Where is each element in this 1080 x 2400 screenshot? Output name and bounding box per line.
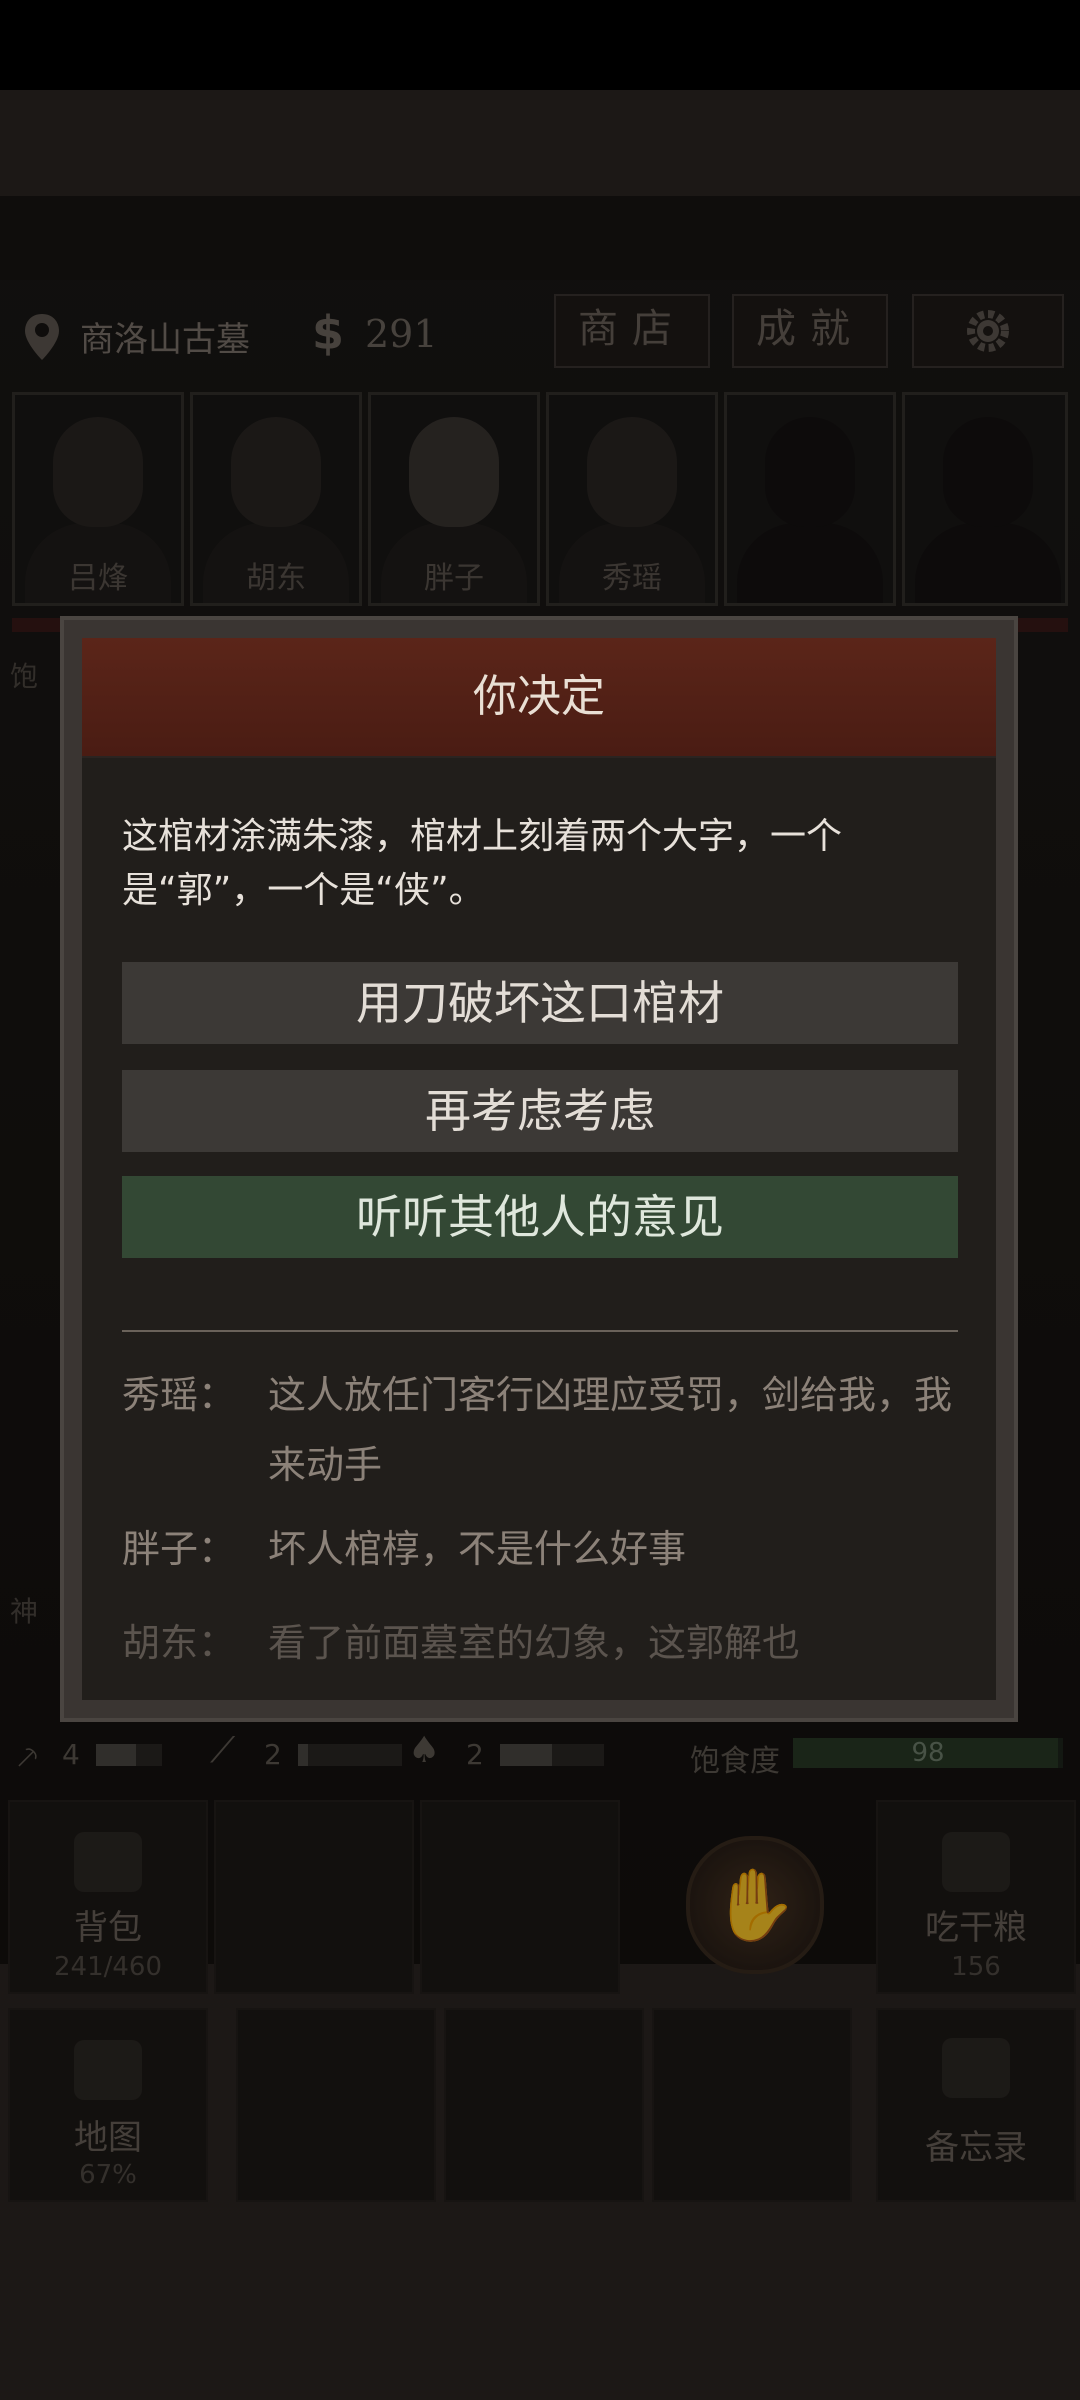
comment-speaker: 胖子：	[122, 1527, 237, 1571]
choice-ask-others-button[interactable]: 听听其他人的意见	[122, 1176, 958, 1258]
dialog-description: 这棺材涂满朱漆，棺材上刻着两个大字，一个是“郭”，一个是“侠”。	[122, 816, 843, 911]
comment-text: 这人放任门客行凶理应受罚，剑给我，我来动手	[268, 1373, 953, 1487]
decision-dialog: 你决定 这棺材涂满朱漆，棺材上刻着两个大字，一个是“郭”，一个是“侠”。 用刀破…	[60, 616, 1018, 1722]
comment-text: 看了前面墓室的幻象，这郭解也	[268, 1621, 801, 1665]
dialog-header: 你决定	[82, 638, 996, 758]
dialog-body: 你决定 这棺材涂满朱漆，棺材上刻着两个大字，一个是“郭”，一个是“侠”。 用刀破…	[82, 638, 996, 1700]
team-comment: 胡东： 看了前面墓室的幻象，这郭解也	[122, 1608, 958, 1668]
comment-text: 坏人棺椁，不是什么好事	[268, 1527, 687, 1571]
divider	[122, 1330, 958, 1332]
choice-reconsider-button[interactable]: 再考虑考虑	[122, 1070, 958, 1152]
dialog-title: 你决定	[473, 671, 605, 722]
choice-destroy-coffin-button[interactable]: 用刀破坏这口棺材	[122, 962, 958, 1044]
comment-speaker: 秀瑶：	[122, 1373, 237, 1417]
comment-speaker: 胡东：	[122, 1621, 237, 1665]
